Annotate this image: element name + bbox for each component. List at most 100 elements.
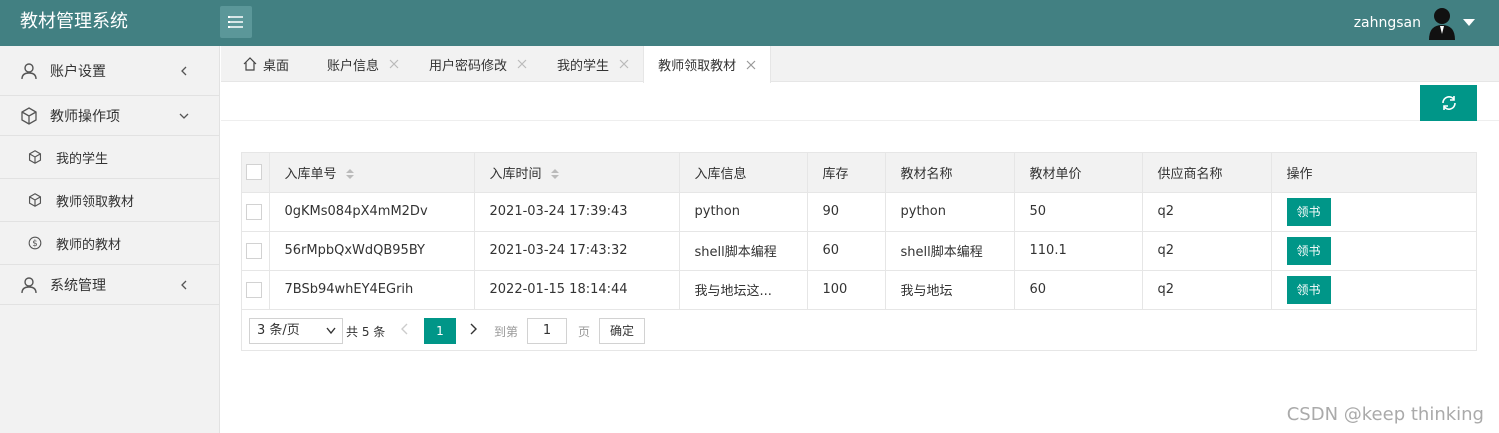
sidebar-item-label: 教师操作项 <box>50 108 120 125</box>
table-cell: 60 <box>807 231 886 271</box>
svg-text:$: $ <box>32 239 37 249</box>
cube-icon <box>28 150 42 164</box>
page-number-input[interactable]: 1 <box>527 317 567 344</box>
table-cell: python <box>885 192 1015 232</box>
current-page-button[interactable]: 1 <box>424 317 456 344</box>
column-header: 教材名称 <box>885 153 1015 193</box>
sidebar-item-teacher-ops[interactable]: 教师操作项 <box>0 96 219 136</box>
sort-icon[interactable] <box>550 168 560 180</box>
row-checkbox[interactable] <box>246 203 262 220</box>
toolbar <box>221 83 1499 121</box>
chevron-right-icon[interactable] <box>468 323 478 335</box>
page-unit-label: 页 <box>578 324 591 339</box>
table-cell: 2021-03-24 17:43:32 <box>474 231 680 271</box>
table-cell: q2 <box>1142 192 1272 232</box>
close-icon[interactable] <box>389 59 399 69</box>
receive-book-button[interactable]: 领书 <box>1286 197 1331 226</box>
table-cell: shell脚本编程 <box>885 231 1015 271</box>
sort-icon[interactable] <box>345 168 355 180</box>
table-header-row: 入库单号 入库时间 入库信息 库存 教材名称 教材单价 供应商名称 操作 <box>242 153 1476 193</box>
table-cell: 50 <box>1014 192 1143 232</box>
close-icon[interactable] <box>619 59 629 69</box>
tab-label: 我的学生 <box>557 58 610 74</box>
table-cell: 110.1 <box>1014 231 1143 271</box>
sidebar-item-label: 我的学生 <box>56 151 109 167</box>
table-cell: 7BSb94whEY4EGrih <box>269 270 475 310</box>
menu-toggle-button[interactable] <box>220 6 252 38</box>
close-icon[interactable] <box>746 60 756 70</box>
sidebar-item-label: 教师领取教材 <box>56 194 135 210</box>
table-cell: 我与地坛 <box>885 270 1015 310</box>
chevron-down-icon <box>326 327 336 334</box>
receive-book-button[interactable]: 领书 <box>1286 275 1331 304</box>
tab-desktop[interactable]: 桌面 <box>221 46 311 82</box>
dollar-circle-icon: $ <box>28 236 42 250</box>
column-header[interactable]: 入库时间 <box>474 153 680 193</box>
sidebar-item-my-students[interactable]: 我的学生 <box>0 136 219 179</box>
tab-teacher-receive-books[interactable]: 教师领取教材 <box>643 46 772 83</box>
tab-bar: 桌面 账户信息 用户密码修改 我的学生 教师领取教材 <box>221 46 1499 83</box>
sidebar-item-teacher-receive-books[interactable]: 教师领取教材 <box>0 179 219 222</box>
sidebar-item-account-settings[interactable]: 账户设置 <box>0 46 219 96</box>
tab-label: 教师领取教材 <box>658 59 737 74</box>
table-cell: shell脚本编程 <box>679 231 808 271</box>
chevron-left-icon[interactable] <box>400 323 410 335</box>
chevron-left-icon <box>181 280 187 289</box>
refresh-icon <box>1441 96 1456 110</box>
avatar-icon <box>1429 8 1455 40</box>
column-header: 供应商名称 <box>1142 153 1272 193</box>
receive-book-button[interactable]: 领书 <box>1286 236 1331 265</box>
cube-icon <box>28 193 42 207</box>
sidebar-item-label: 系统管理 <box>50 277 106 294</box>
tab-my-students[interactable]: 我的学生 <box>541 46 643 82</box>
tab-label: 用户密码修改 <box>429 58 508 74</box>
home-icon <box>243 57 257 71</box>
tab-password-change[interactable]: 用户密码修改 <box>413 46 541 82</box>
chevron-down-icon <box>179 113 189 119</box>
app-title: 教材管理系统 <box>20 11 128 32</box>
close-icon[interactable] <box>517 59 527 69</box>
table-cell: 0gKMs084pX4mM2Dv <box>269 192 475 232</box>
table-cell: 2021-03-24 17:39:43 <box>474 192 680 232</box>
table-cell: python <box>679 192 808 232</box>
confirm-button[interactable]: 确定 <box>599 317 645 344</box>
row-checkbox[interactable] <box>246 242 262 259</box>
goto-label: 到第 <box>494 324 519 339</box>
tab-label: 桌面 <box>263 58 290 74</box>
column-header[interactable]: 入库单号 <box>269 153 475 193</box>
pagination: 3 条/页 共 5 条 1 到第 1 页 确定 <box>242 310 1476 350</box>
menu-icon <box>228 16 243 28</box>
watermark: CSDN @keep thinking <box>1286 404 1484 425</box>
table-row: 56rMpbQxWdQB95BY 2021-03-24 17:43:32 she… <box>242 231 1476 271</box>
tab-account-info[interactable]: 账户信息 <box>311 46 413 82</box>
sidebar-item-label: 账户设置 <box>50 63 106 80</box>
sidebar-item-teacher-books[interactable]: $ 教师的教材 <box>0 222 219 265</box>
table-cell: 60 <box>1014 270 1143 310</box>
chevron-down-icon <box>1463 19 1475 26</box>
column-header: 库存 <box>807 153 886 193</box>
table-cell: 我与地坛这... <box>679 270 808 310</box>
page-size-select[interactable]: 3 条/页 <box>249 317 343 344</box>
table-cell: 2022-01-15 18:14:44 <box>474 270 680 310</box>
refresh-button[interactable] <box>1420 85 1477 121</box>
user-menu[interactable]: zahngsan <box>1354 6 1475 40</box>
top-header: 教材管理系统 zahngsan <box>0 0 1499 46</box>
column-header: 操作 <box>1271 153 1476 193</box>
user-icon <box>21 62 37 79</box>
table-cell: 90 <box>807 192 886 232</box>
chevron-left-icon <box>181 66 187 75</box>
sidebar-item-label: 教师的教材 <box>56 237 122 253</box>
table-cell: 56rMpbQxWdQB95BY <box>269 231 475 271</box>
cube-icon <box>21 106 37 125</box>
column-header: 教材单价 <box>1014 153 1143 193</box>
table-cell: q2 <box>1142 231 1272 271</box>
column-header: 入库信息 <box>679 153 808 193</box>
table-cell: q2 <box>1142 270 1272 310</box>
select-all-checkbox[interactable] <box>246 164 262 181</box>
row-checkbox[interactable] <box>246 281 262 298</box>
sidebar: 账户设置 教师操作项 我的学生 教师领取教材 $ 教师的教材 系统管理 <box>0 46 220 433</box>
sidebar-item-system-management[interactable]: 系统管理 <box>0 265 219 305</box>
table-cell: 100 <box>807 270 886 310</box>
data-table: 入库单号 入库时间 入库信息 库存 教材名称 教材单价 供应商名称 操作 0gK… <box>241 152 1477 351</box>
tab-label: 账户信息 <box>327 58 380 74</box>
